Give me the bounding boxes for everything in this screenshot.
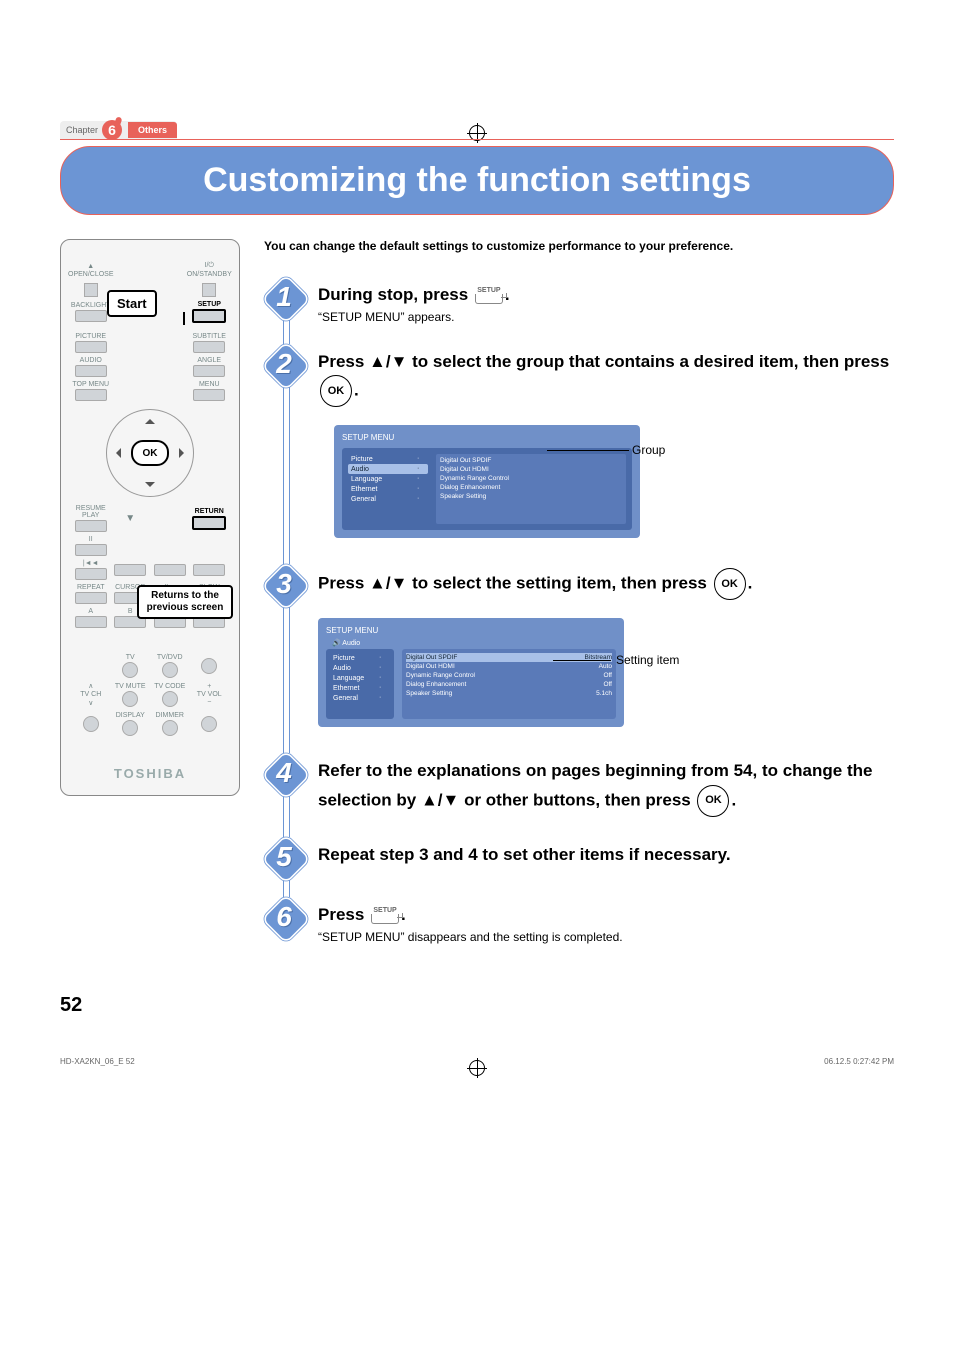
step-2: 2 Press ▲/▼ to select the group that con…	[264, 344, 894, 544]
chapter-header: Chapter 6 Others	[60, 120, 894, 140]
setup-button-icon: SETUP	[475, 287, 503, 304]
intro-text: You can change the default settings to c…	[264, 239, 894, 253]
ok-button-icon: OK	[697, 785, 729, 817]
footer-right: 06.12.5 0:27:42 PM	[824, 1057, 894, 1066]
page-number: 52	[60, 994, 894, 1017]
setting-item-callout: Setting item	[616, 653, 679, 667]
setup-menu-screenshot-1: Group SETUP MENU Picture·Audio·Language·…	[334, 425, 640, 538]
chapter-number: 6	[102, 120, 122, 140]
start-arrow	[183, 312, 185, 325]
ok-button-icon: OK	[714, 568, 746, 600]
ok-button-icon: OK	[320, 375, 352, 407]
nav-pad: OK	[106, 409, 194, 497]
start-callout: Start	[107, 290, 157, 317]
brand-logo: TOSHIBA	[71, 766, 229, 781]
page: Chapter 6 Others Customizing the functio…	[0, 0, 954, 1126]
step-5: 5 Repeat step 3 and 4 to set other items…	[264, 837, 894, 877]
step-6: 6 Press SETUP . “SETUP MENU” disappears …	[264, 897, 894, 944]
step-1: 1 During stop, press SETUP . “SETUP MENU…	[264, 277, 894, 324]
page-title: Customizing the function settings	[60, 146, 894, 215]
remote-diagram: Start Returns to the previous screen ▲OP…	[60, 239, 240, 796]
step-3: 3 Press ▲/▼ to select the setting item, …	[264, 564, 894, 733]
returns-callout: Returns to the previous screen	[137, 585, 233, 619]
chapter-label: Others	[128, 122, 177, 138]
group-callout: Group	[632, 443, 665, 457]
chapter-word: Chapter	[66, 125, 98, 135]
footer-left: HD-XA2KN_06_E 52	[60, 1057, 135, 1066]
registration-mark-bottom	[469, 1060, 485, 1076]
setup-menu-screenshot-2: Setting item SETUP MENU 🔊 Audio Picture·…	[318, 618, 624, 727]
ok-button-remote: OK	[131, 440, 169, 466]
step-4: 4 Refer to the explanations on pages beg…	[264, 753, 894, 816]
setup-button-icon: SETUP	[371, 907, 399, 924]
